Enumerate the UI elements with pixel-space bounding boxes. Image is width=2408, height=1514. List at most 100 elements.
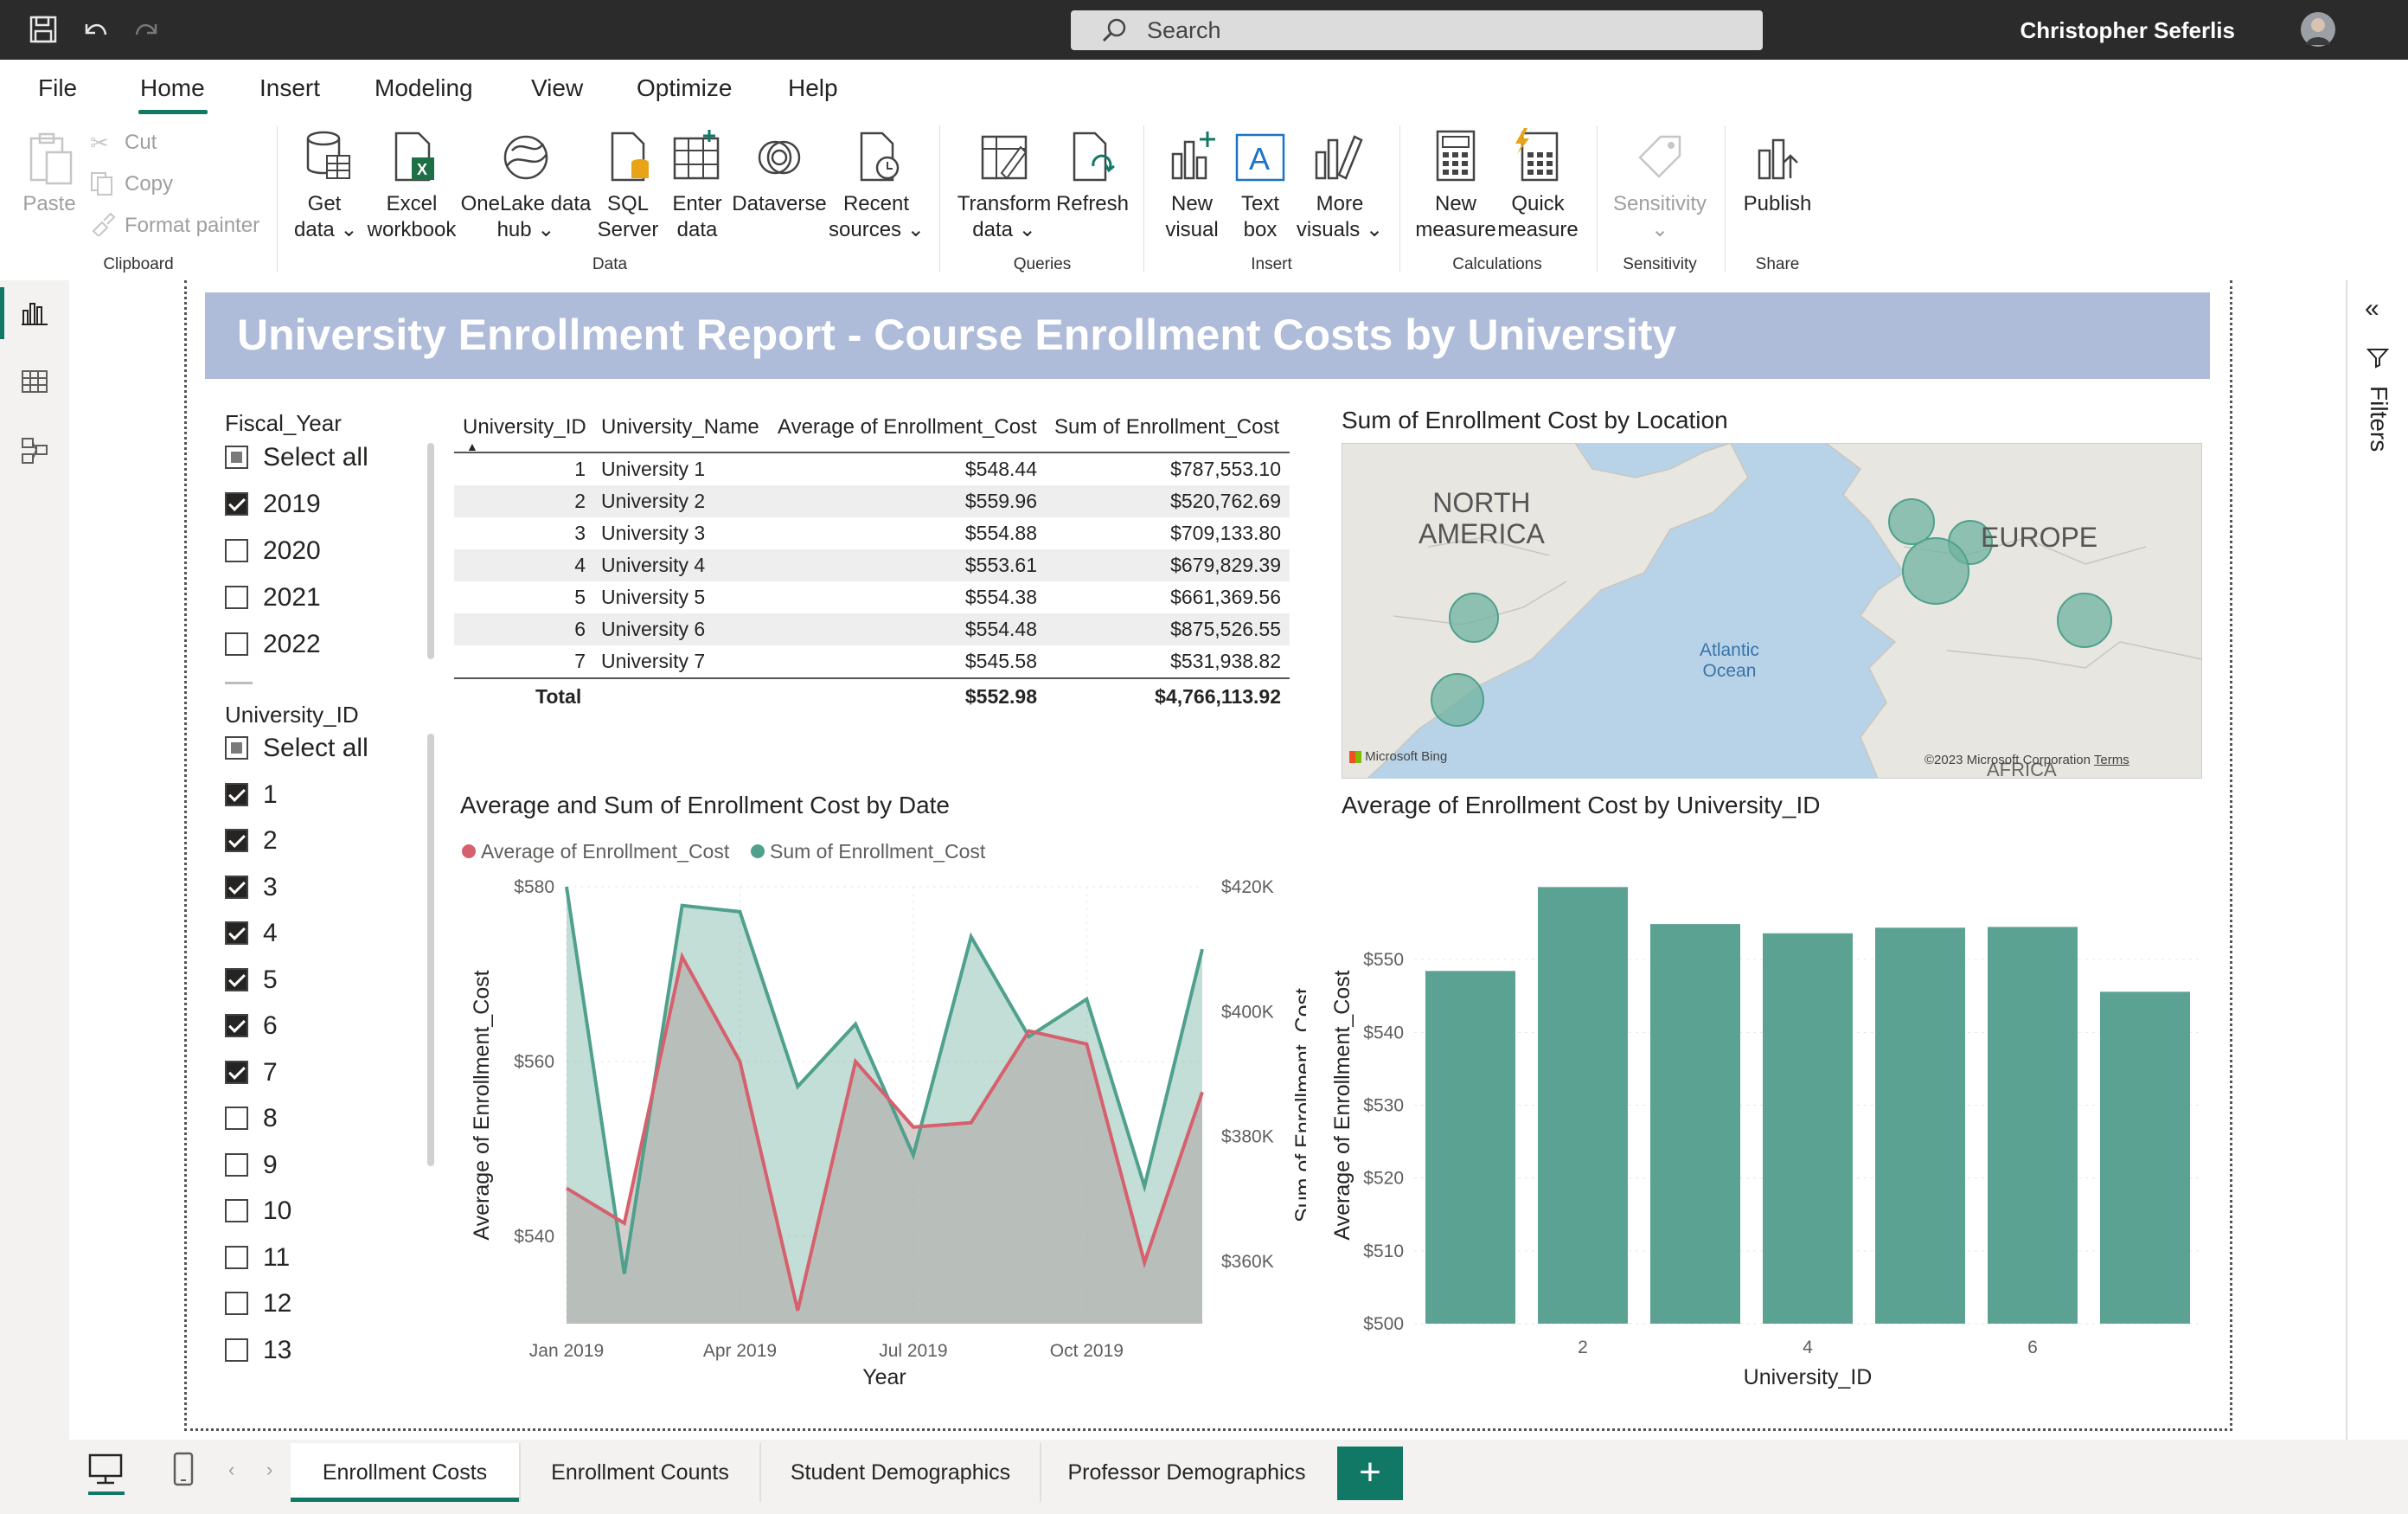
publish-button[interactable]: Publish: [1739, 191, 1816, 217]
university-bar-chart[interactable]: Average of Enrollment Cost by University…: [1323, 779, 2206, 1402]
format-painter-button[interactable]: Format painter: [125, 213, 259, 239]
table-header[interactable]: University_ID: [463, 410, 586, 445]
map-bubble[interactable]: [1902, 537, 1969, 605]
add-page-button[interactable]: +: [1337, 1447, 1403, 1500]
bar[interactable]: [1988, 927, 2078, 1324]
table-header[interactable]: Average of Enrollment_Cost: [778, 410, 1037, 445]
table-cell: $520,762.69: [1170, 490, 1281, 512]
menu-view[interactable]: View: [531, 69, 583, 107]
recent-sources-icon: [855, 130, 905, 183]
slicer-item-label: 9: [263, 1150, 278, 1179]
tab-enrollment-costs[interactable]: Enrollment Costs: [291, 1443, 519, 1502]
paste-icon: [26, 132, 74, 191]
slicer-checkbox[interactable]: [225, 1014, 248, 1037]
cut-button[interactable]: Cut: [125, 130, 157, 156]
desktop-layout-icon[interactable]: [86, 1450, 125, 1492]
chart-title: Average and Sum of Enrollment Cost by Da…: [460, 792, 950, 818]
terms-link[interactable]: Terms: [2094, 753, 2129, 767]
bar[interactable]: [1875, 927, 1965, 1324]
slicer-checkbox[interactable]: [225, 967, 248, 991]
slicer-checkbox[interactable]: [225, 736, 248, 760]
menu-insert[interactable]: Insert: [259, 69, 320, 107]
insert-group-label: Insert: [1251, 255, 1292, 273]
calculator-icon: [1431, 130, 1481, 183]
dataverse-button[interactable]: Dataverse: [732, 191, 827, 217]
slicer-checkbox[interactable]: [225, 1060, 248, 1084]
text-box-button[interactable]: Text box: [1230, 191, 1290, 243]
slicer-checkbox[interactable]: [225, 632, 248, 656]
new-visual-icon: [1168, 130, 1218, 183]
slicer-checkbox[interactable]: [225, 875, 248, 899]
menu-modeling[interactable]: Modeling: [375, 69, 473, 107]
onelake-data-hub-button[interactable]: OneLake data hub ⌄: [460, 191, 592, 243]
user-name[interactable]: Christopher Seferlis: [2020, 10, 2235, 50]
slicer-checkbox[interactable]: [225, 492, 248, 516]
model-view-icon[interactable]: [21, 437, 48, 469]
menu-optimize[interactable]: Optimize: [637, 69, 732, 107]
enrollment-date-chart[interactable]: Average and Sum of Enrollment Cost by Da…: [432, 779, 1316, 1402]
copy-button[interactable]: Copy: [125, 171, 173, 197]
slicer-item-label: 6: [263, 1011, 278, 1040]
quick-measure-icon: [1512, 128, 1562, 182]
bar[interactable]: [1763, 933, 1853, 1324]
tab-scroll-left-icon[interactable]: ‹: [228, 1459, 234, 1481]
sql-server-button[interactable]: SQL Server: [597, 191, 659, 243]
report-title: University Enrollment Report - Course En…: [237, 311, 1677, 359]
map-bubble[interactable]: [1449, 593, 1499, 643]
bar[interactable]: [1538, 887, 1628, 1324]
paste-button[interactable]: Paste: [21, 191, 78, 217]
ribbon-separator: [277, 125, 278, 273]
enter-data-button[interactable]: Enter data: [664, 191, 730, 243]
excel-workbook-button[interactable]: Excel workbook: [365, 191, 458, 243]
slicer-item-label: 5: [263, 965, 278, 994]
more-visuals-button[interactable]: More visuals ⌄: [1292, 191, 1387, 243]
filters-label[interactable]: Filters: [2365, 386, 2392, 452]
map-bubble[interactable]: [2057, 593, 2112, 648]
menu-file[interactable]: File: [38, 69, 77, 107]
slicer-checkbox[interactable]: [225, 1338, 248, 1362]
recent-sources-button[interactable]: Recent sources ⌄: [829, 191, 925, 243]
refresh-button[interactable]: Refresh: [1055, 191, 1130, 217]
tab-professor-demographics[interactable]: Professor Demographics: [1041, 1443, 1332, 1502]
slicer-checkbox[interactable]: [225, 539, 248, 562]
map-bubble[interactable]: [1888, 498, 1935, 545]
sensitivity-label: Sensitivity: [1612, 192, 1707, 215]
slicer-checkbox[interactable]: [225, 782, 248, 806]
slicer-checkbox[interactable]: [225, 921, 248, 945]
report-view-icon[interactable]: [21, 298, 48, 330]
table-view-icon[interactable]: [21, 368, 48, 400]
bar[interactable]: [2100, 991, 2190, 1324]
y-tick-label: $540: [1363, 1023, 1404, 1042]
collapse-filters-icon[interactable]: «: [2365, 294, 2379, 324]
tab-student-demographics[interactable]: Student Demographics: [761, 1443, 1040, 1502]
avatar[interactable]: [2301, 12, 2335, 47]
table-cell: 3: [574, 522, 586, 544]
slicer-checkbox[interactable]: [225, 1107, 248, 1130]
menu-home[interactable]: Home: [140, 69, 205, 107]
bar[interactable]: [1650, 924, 1740, 1324]
map-bubble[interactable]: [1431, 673, 1484, 727]
slicer-checkbox[interactable]: [225, 1152, 248, 1177]
tab-scroll-right-icon[interactable]: ›: [266, 1459, 272, 1481]
tab-enrollment-counts[interactable]: Enrollment Counts: [521, 1443, 759, 1502]
slicer-checkbox[interactable]: [225, 1245, 248, 1269]
table-header[interactable]: Sum of Enrollment_Cost: [1054, 410, 1279, 445]
table-header[interactable]: University_Name: [601, 410, 759, 445]
bar[interactable]: [1425, 971, 1515, 1324]
new-visual-button[interactable]: New visual: [1161, 191, 1223, 243]
mobile-layout-icon[interactable]: [170, 1450, 197, 1492]
slicer-checkbox[interactable]: [225, 1199, 248, 1222]
menu-help[interactable]: Help: [788, 69, 838, 107]
slicer-checkbox[interactable]: [225, 586, 248, 609]
undo-icon[interactable]: [78, 12, 112, 47]
transform-data-button[interactable]: Transform data ⌄: [955, 191, 1054, 243]
y-tick-label: $580: [514, 877, 554, 897]
quick-measure-button[interactable]: Quick measure: [1496, 191, 1579, 243]
slicer-checkbox[interactable]: [225, 829, 248, 852]
get-data-button[interactable]: Get data ⌄: [294, 191, 358, 243]
slicer-item-label: 12: [263, 1289, 292, 1318]
new-measure-button[interactable]: New measure: [1413, 191, 1498, 243]
save-icon[interactable]: [26, 12, 61, 47]
slicer-checkbox[interactable]: [225, 446, 248, 469]
slicer-checkbox[interactable]: [225, 1292, 248, 1315]
